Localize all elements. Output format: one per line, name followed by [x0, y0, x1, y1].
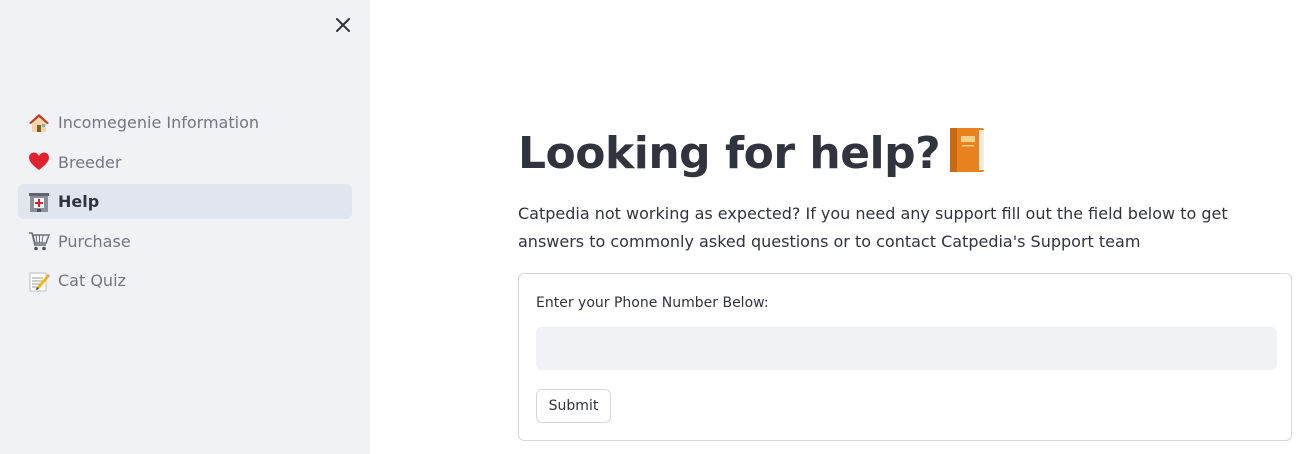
- house-icon: [27, 111, 51, 135]
- close-icon: [336, 18, 350, 32]
- sidebar-item-label: Cat Quiz: [58, 271, 126, 290]
- sidebar-item-label: Help: [58, 192, 100, 211]
- close-sidebar-button[interactable]: [330, 12, 356, 38]
- phone-number-input[interactable]: [536, 327, 1277, 370]
- orange-book-icon: [946, 126, 988, 182]
- sidebar-item-label: Breeder: [58, 152, 122, 172]
- submit-button[interactable]: Submit: [536, 389, 611, 423]
- heart-icon: [27, 150, 51, 174]
- sidebar-item-help[interactable]: Help: [18, 184, 352, 219]
- sidebar-item-cat-quiz[interactable]: Cat Quiz: [18, 263, 352, 298]
- page-title-text: Looking for help?: [518, 127, 941, 179]
- sidebar-item-breeder[interactable]: Breeder: [18, 145, 352, 180]
- page-description: Catpedia not working as expected? If you…: [518, 204, 1228, 251]
- sidebar-item-incomegenie-information[interactable]: Incomegenie Information: [18, 105, 352, 140]
- sidebar-nav: Incomegenie Information Breeder Help Pur…: [18, 105, 352, 303]
- app-window: Incomegenie Information Breeder Help Pur…: [0, 0, 1311, 454]
- support-form: Enter your Phone Number Below: Submit: [518, 273, 1292, 441]
- sidebar-item-label: Incomegenie Information: [58, 113, 260, 132]
- phone-number-label: Enter your Phone Number Below:: [536, 295, 769, 311]
- sidebar-item-label: Purchase: [58, 231, 131, 251]
- sidebar: Incomegenie Information Breeder Help Pur…: [0, 0, 370, 454]
- sidebar-item-purchase[interactable]: Purchase: [18, 224, 352, 259]
- page-title: Looking for help?: [518, 124, 988, 182]
- main-content: Looking for help? Catpedia not working a…: [518, 0, 1292, 454]
- shopping-cart-icon: [27, 229, 51, 253]
- hospital-icon: [27, 190, 51, 214]
- memo-icon: [27, 269, 51, 293]
